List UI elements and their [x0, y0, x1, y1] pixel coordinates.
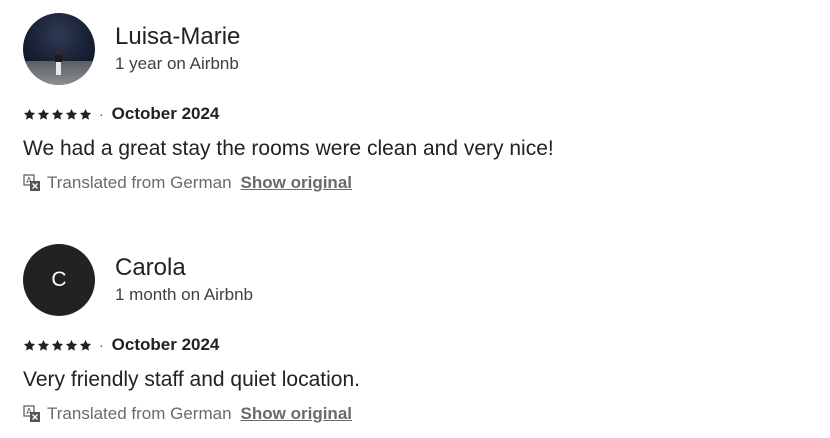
reviewer-info: Carola 1 month on Airbnb — [115, 253, 253, 307]
translate-icon: A — [23, 405, 40, 422]
star-icon — [37, 108, 50, 120]
review-card: C Carola 1 month on Airbnb · October 202… — [23, 244, 813, 426]
star-rating — [23, 108, 92, 121]
translation-row: A Translated from German Show original — [23, 171, 813, 195]
review-date: October 2024 — [111, 335, 220, 354]
rating-row: · October 2024 — [23, 334, 813, 356]
review-text: Very friendly staff and quiet location. — [23, 368, 360, 391]
star-icon — [23, 339, 36, 351]
star-icon — [65, 339, 78, 351]
star-icon — [23, 108, 36, 120]
translation-note: Translated from German — [47, 404, 232, 423]
separator-dot: · — [99, 106, 104, 122]
reviewer-name[interactable]: Carola — [115, 253, 253, 283]
star-icon — [65, 108, 78, 120]
reviewer-header: Luisa-Marie 1 year on Airbnb — [23, 13, 813, 85]
star-icon — [79, 339, 92, 351]
avatar-photo-person — [55, 49, 62, 75]
show-original-link[interactable]: Show original — [241, 173, 352, 193]
avatar[interactable]: C — [23, 244, 95, 316]
star-rating — [23, 339, 92, 352]
translation-row: A Translated from German Show original — [23, 402, 813, 426]
star-icon — [79, 108, 92, 120]
review-date: October 2024 — [111, 104, 220, 123]
rating-row: · October 2024 — [23, 103, 813, 125]
reviewer-tenure: 1 month on Airbnb — [115, 285, 253, 304]
translate-icon: A — [23, 174, 40, 191]
translation-note: Translated from German — [47, 173, 232, 192]
reviewer-info: Luisa-Marie 1 year on Airbnb — [115, 22, 240, 76]
star-icon — [37, 339, 50, 351]
reviewer-tenure: 1 year on Airbnb — [115, 54, 239, 73]
avatar[interactable] — [23, 13, 95, 85]
star-icon — [51, 108, 64, 120]
star-icon — [51, 339, 64, 351]
show-original-link[interactable]: Show original — [241, 404, 352, 424]
avatar-initial: C — [51, 268, 67, 291]
reviewer-header: C Carola 1 month on Airbnb — [23, 244, 813, 316]
review-card: Luisa-Marie 1 year on Airbnb · October 2… — [23, 13, 813, 195]
review-text: We had a great stay the rooms were clean… — [23, 137, 554, 160]
reviewer-name[interactable]: Luisa-Marie — [115, 22, 240, 52]
separator-dot: · — [99, 337, 104, 353]
